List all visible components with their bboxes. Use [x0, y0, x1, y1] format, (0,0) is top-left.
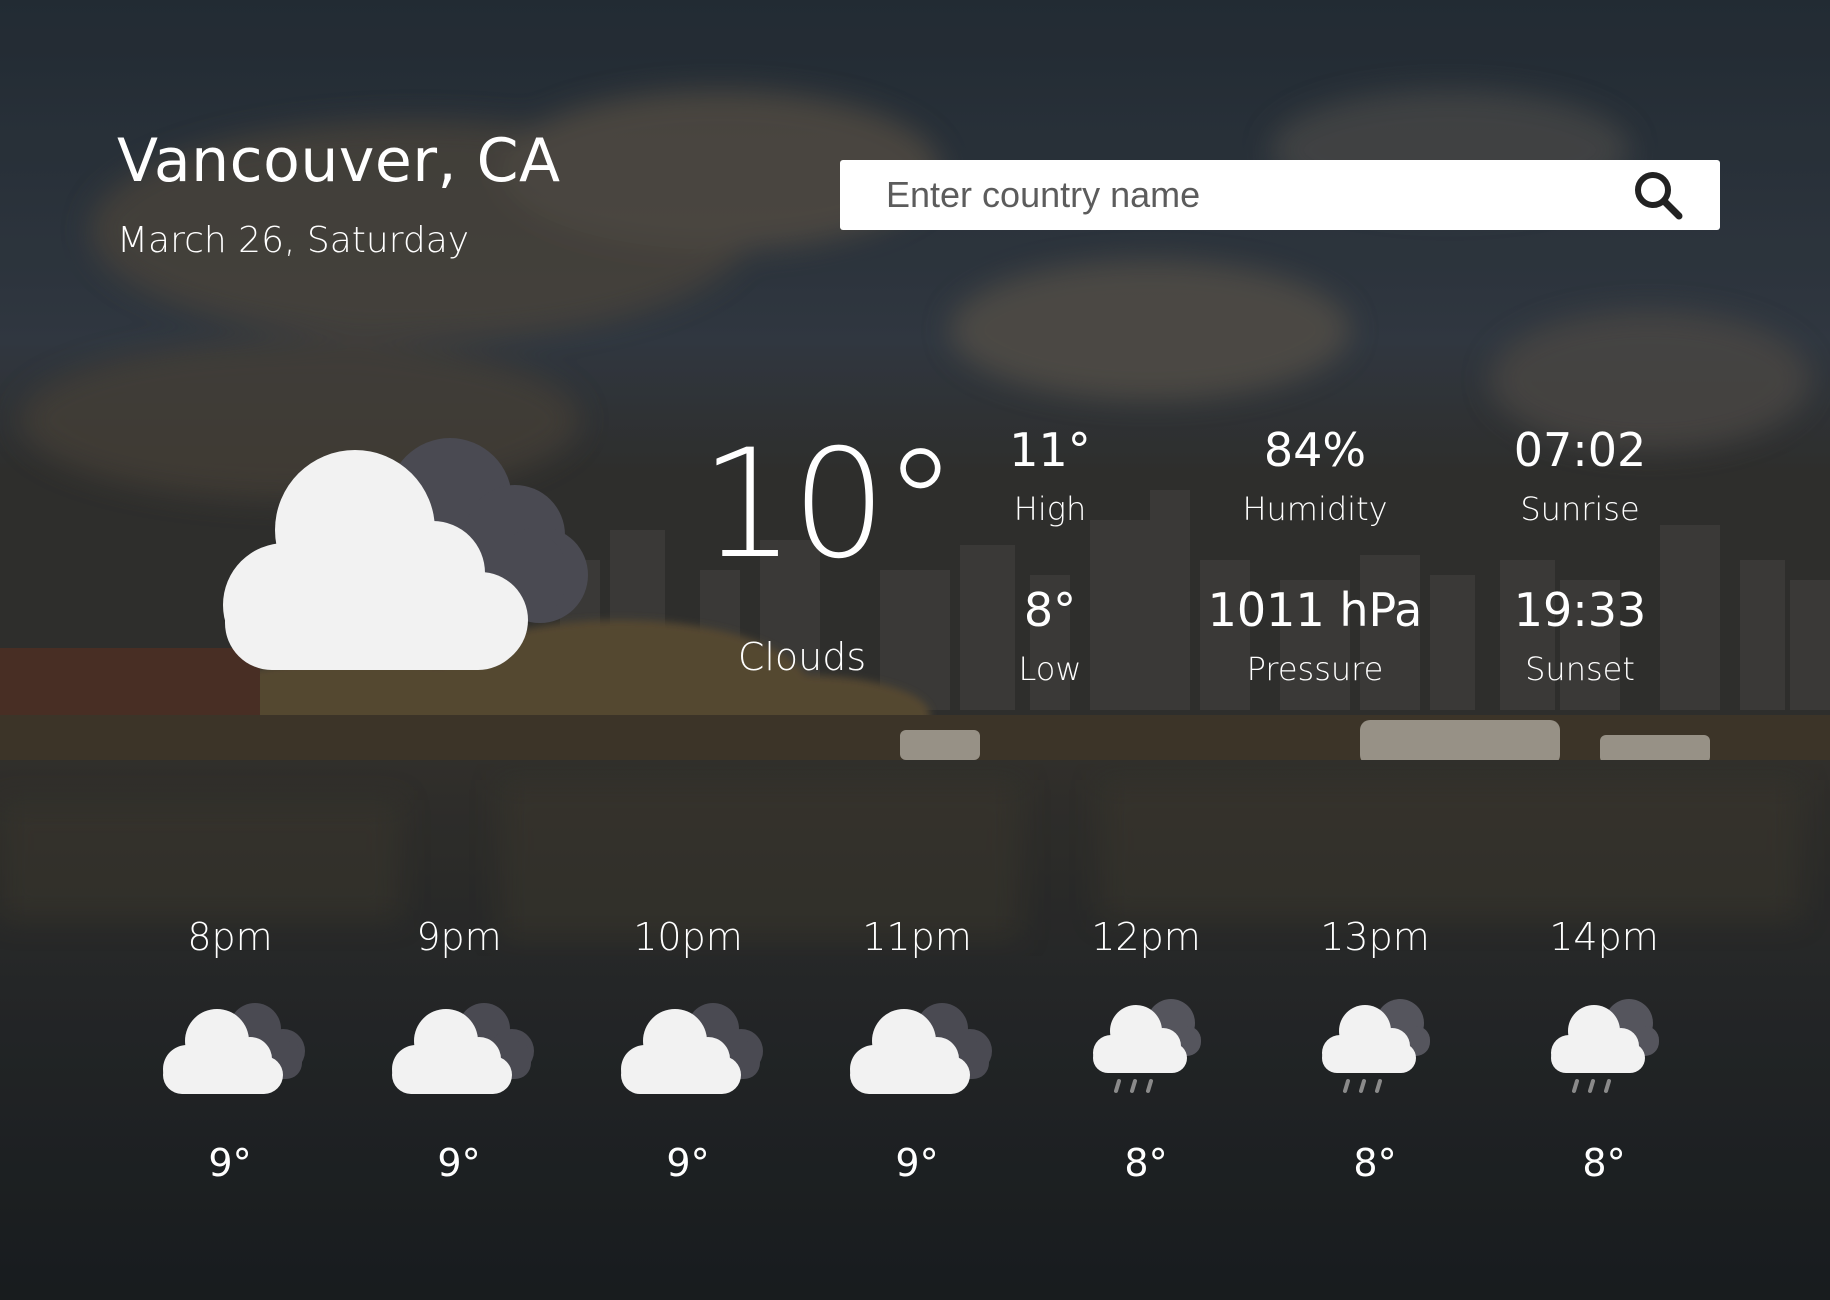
stat-value: 19:33: [1513, 583, 1647, 637]
hourly-temp: 8°: [1124, 1141, 1168, 1185]
stat-value: 84%: [1263, 423, 1367, 477]
hourly-temp: 8°: [1353, 1141, 1397, 1185]
current-temperature: 10°: [700, 418, 958, 592]
hourly-time: 10pm: [633, 915, 743, 959]
stat-label: Humidity: [1242, 489, 1388, 528]
stat-humidity: 84% Humidity: [1205, 425, 1425, 528]
hourly-time: 11pm: [862, 915, 972, 959]
hourly-time: 13pm: [1320, 915, 1430, 959]
hourly-temp: 9°: [208, 1141, 252, 1185]
search-input[interactable]: [884, 173, 1630, 217]
hourly-item: 11pm 9°: [817, 915, 1017, 1185]
stat-sunset: 19:33 Sunset: [1470, 585, 1690, 688]
stat-sunrise: 07:02 Sunrise: [1470, 425, 1690, 528]
cloudy-icon: [155, 991, 305, 1101]
current-date: March 26, Saturday: [117, 220, 470, 261]
stat-value: 07:02: [1513, 423, 1647, 477]
hourly-temp: 8°: [1582, 1141, 1626, 1185]
hourly-item: 13pm 8°: [1275, 915, 1475, 1185]
search-bar: [840, 160, 1720, 230]
hourly-temp: 9°: [437, 1141, 481, 1185]
stat-value: 11°: [1009, 423, 1091, 477]
cloudy-icon: [205, 425, 595, 675]
stat-label: Sunrise: [1520, 489, 1640, 528]
stat-value: 1011 hPa: [1207, 583, 1423, 637]
hourly-temp: 9°: [895, 1141, 939, 1185]
hourly-time: 8pm: [187, 915, 273, 959]
stat-low: 8° Low: [940, 585, 1160, 688]
city-name: Vancouver, CA: [117, 126, 561, 196]
stat-value: 8°: [1023, 583, 1077, 637]
hourly-time: 14pm: [1549, 915, 1659, 959]
cloudy-icon: [613, 991, 763, 1101]
cloudy-icon: [842, 991, 992, 1101]
rain-cloud-icon: [1071, 991, 1221, 1101]
stat-pressure: 1011 hPa Pressure: [1205, 585, 1425, 688]
stat-label: Sunset: [1525, 649, 1635, 688]
hourly-item: 9pm 9°: [359, 915, 559, 1185]
hourly-item: 10pm 9°: [588, 915, 788, 1185]
rain-cloud-icon: [1529, 991, 1679, 1101]
hourly-item: 12pm 8°: [1046, 915, 1246, 1185]
stat-label: Pressure: [1246, 649, 1384, 688]
hourly-item: 14pm 8°: [1504, 915, 1704, 1185]
stat-label: High: [1013, 489, 1087, 528]
cloudy-icon: [384, 991, 534, 1101]
hourly-time: 12pm: [1091, 915, 1201, 959]
current-condition: Clouds: [737, 635, 867, 679]
hourly-time: 9pm: [416, 915, 502, 959]
rain-cloud-icon: [1300, 991, 1450, 1101]
hourly-item: 8pm 9°: [130, 915, 330, 1185]
stat-label: Low: [1018, 649, 1082, 688]
search-icon[interactable]: [1630, 167, 1686, 223]
hourly-temp: 9°: [666, 1141, 710, 1185]
stat-high: 11° High: [940, 425, 1160, 528]
